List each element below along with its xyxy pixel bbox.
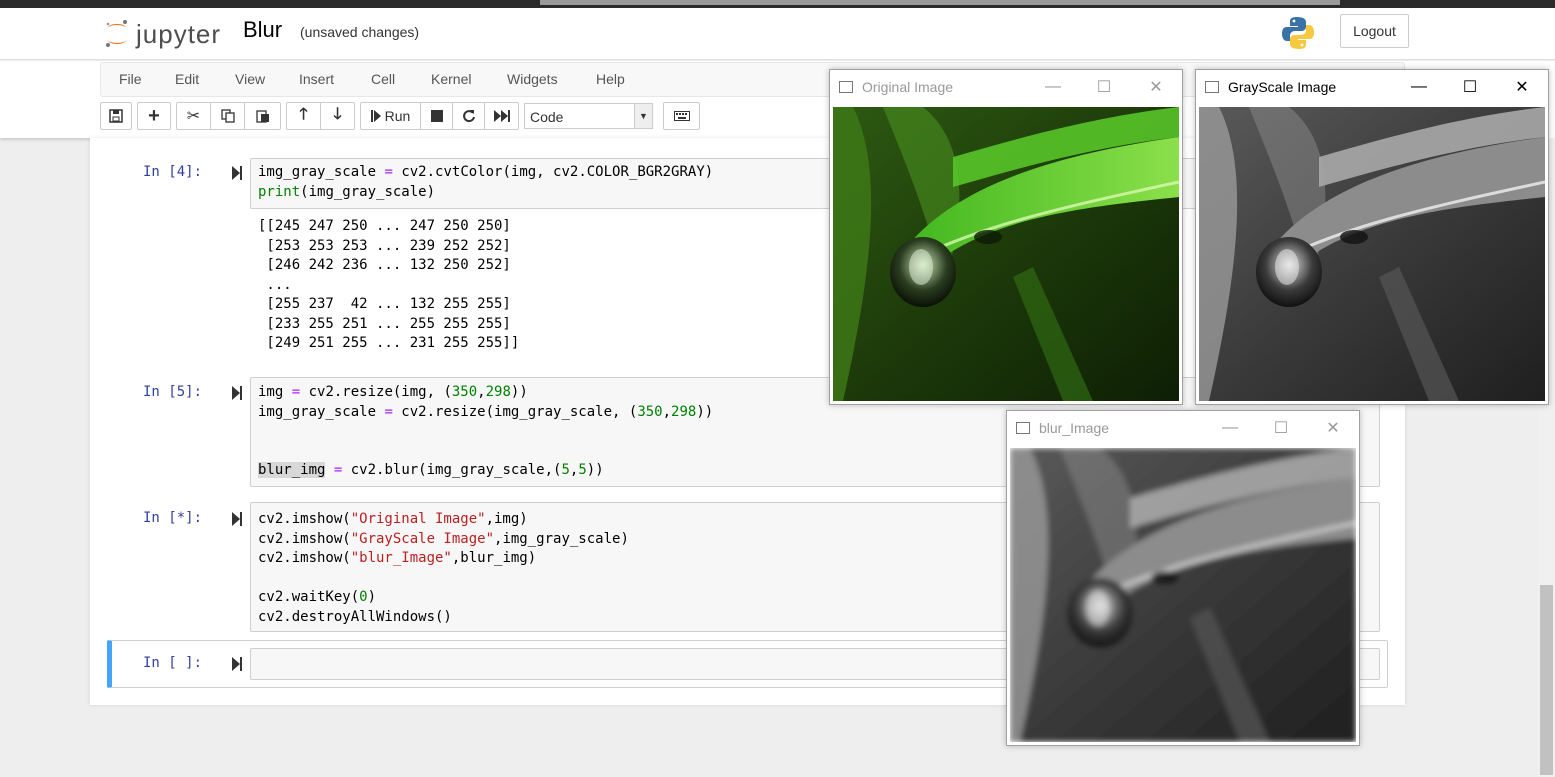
arrow-down-icon: 🡓 <box>333 105 342 123</box>
copy-button[interactable] <box>211 103 245 129</box>
window-titlebar[interactable]: blur_Image — ☐ ✕ <box>1007 411 1359 445</box>
maximize-icon: ☐ <box>1462 79 1478 96</box>
cell-output-4: [[245 247 250 ... 247 250 250] [253 253 … <box>258 217 519 354</box>
paste-button[interactable] <box>245 103 280 129</box>
cell-type-value: Code <box>530 109 564 125</box>
save-status: (unsaved changes) <box>300 24 420 40</box>
minimize-button[interactable]: — <box>1406 74 1432 100</box>
menu-view[interactable]: View <box>235 71 265 87</box>
restart-icon <box>462 110 475 123</box>
blur-image <box>1010 448 1356 742</box>
scissors-icon: ✂ <box>186 108 201 125</box>
cell-prompt: In [*]: <box>143 510 203 526</box>
notebook-name[interactable]: Blur <box>243 17 282 43</box>
window-title: GrayScale Image <box>1228 79 1337 95</box>
run-label: Run <box>384 108 411 124</box>
scrollbar-thumb[interactable] <box>1540 585 1553 775</box>
menu-edit[interactable]: Edit <box>175 71 199 87</box>
logo-text: jupyter <box>136 18 222 49</box>
toolbar-move-group: 🡑 🡓 <box>286 102 355 130</box>
stop-icon <box>430 110 443 122</box>
cell-prompt: In [4]: <box>143 164 203 180</box>
menu-cell[interactable]: Cell <box>371 71 395 87</box>
paste-icon <box>255 110 269 123</box>
output-line: [233 255 251 ... 255 255 255] <box>258 315 511 332</box>
move-down-button[interactable]: 🡓 <box>321 103 354 129</box>
toolbar-edit-group: ✂ <box>176 102 281 130</box>
menu-kernel[interactable]: Kernel <box>431 71 471 87</box>
move-up-button[interactable]: 🡑 <box>287 103 321 129</box>
python-logo-icon <box>1282 17 1314 49</box>
cell-prompt: In [5]: <box>143 384 203 400</box>
plus-icon: + <box>148 104 160 127</box>
toolbar-keyboard-group <box>663 102 700 130</box>
restart-button[interactable] <box>453 103 485 129</box>
output-line: ... <box>258 276 292 293</box>
browser-top-strip <box>0 0 1555 8</box>
close-button[interactable]: ✕ <box>1320 415 1346 441</box>
save-button[interactable] <box>101 103 131 129</box>
run-cell-icon[interactable] <box>232 512 242 526</box>
run-cell-icon[interactable] <box>232 166 242 180</box>
copy-icon <box>220 109 235 123</box>
restart-run-all-button[interactable] <box>485 103 518 129</box>
fast-forward-icon <box>493 110 510 122</box>
keyboard-icon <box>673 111 690 121</box>
window-app-icon <box>1205 81 1219 93</box>
jupyter-icon <box>106 20 127 47</box>
minimize-button[interactable]: — <box>1217 415 1243 441</box>
window-app-icon <box>839 81 853 93</box>
output-line: [249 251 255 ... 231 255 255]] <box>258 335 520 351</box>
menu-file[interactable]: File <box>119 71 142 87</box>
close-icon: ✕ <box>1515 79 1529 96</box>
run-cell-icon[interactable] <box>232 386 242 400</box>
command-palette-button[interactable] <box>664 103 699 129</box>
toolbar-insert-group: + <box>137 102 171 130</box>
chevron-down-icon: ▼ <box>634 104 652 128</box>
minimize-button[interactable]: — <box>1040 74 1066 100</box>
maximize-button[interactable]: ☐ <box>1268 415 1294 441</box>
output-line: [246 242 236 ... 132 250 252] <box>258 257 511 273</box>
window-title: blur_Image <box>1039 420 1110 436</box>
cell-prompt: In [ ]: <box>143 655 203 671</box>
window-titlebar[interactable]: GrayScale Image — ☐ ✕ <box>1196 70 1548 104</box>
arrow-up-icon: 🡑 <box>299 105 308 123</box>
maximize-icon: ☐ <box>1273 420 1289 437</box>
notebook-header: jupyter Blur (unsaved changes) Logout <box>0 8 1555 60</box>
run-icon <box>370 110 381 122</box>
original-image <box>833 107 1179 401</box>
maximize-button[interactable]: ☐ <box>1091 74 1117 100</box>
jupyter-logo[interactable]: jupyter <box>104 16 234 52</box>
blur-image-window[interactable]: blur_Image — ☐ ✕ <box>1006 410 1360 746</box>
save-icon <box>109 109 123 123</box>
menu-help[interactable]: Help <box>596 71 625 87</box>
interrupt-button[interactable] <box>421 103 453 129</box>
run-button[interactable]: Run <box>361 103 421 129</box>
window-titlebar[interactable]: Original Image — ☐ ✕ <box>830 70 1182 104</box>
logout-button[interactable]: Logout <box>1340 14 1409 48</box>
close-icon: ✕ <box>1149 79 1163 96</box>
insert-cell-button[interactable]: + <box>138 103 170 129</box>
window-app-icon <box>1016 422 1030 434</box>
output-line: [253 253 253 ... 239 252 252] <box>258 237 511 254</box>
toolbar-run-group: Run <box>360 102 519 130</box>
close-button[interactable]: ✕ <box>1143 74 1169 100</box>
grayscale-image <box>1199 107 1545 401</box>
window-title: Original Image <box>862 79 954 95</box>
output-line: [255 237 42 ... 132 255 255] <box>258 296 511 312</box>
cut-button[interactable]: ✂ <box>177 103 211 129</box>
cell-type-select[interactable]: Code ▼ <box>524 103 653 129</box>
run-cell-icon[interactable] <box>232 657 242 671</box>
toolbar-save-group <box>100 102 132 130</box>
grayscale-image-window[interactable]: GrayScale Image — ☐ ✕ <box>1195 69 1549 405</box>
maximize-button[interactable]: ☐ <box>1457 74 1483 100</box>
original-image-window[interactable]: Original Image — ☐ ✕ <box>829 69 1183 405</box>
close-button[interactable]: ✕ <box>1509 74 1535 100</box>
close-icon: ✕ <box>1326 420 1340 437</box>
output-line: [[245 247 250 ... 247 250 250] <box>258 218 511 234</box>
maximize-icon: ☐ <box>1096 79 1112 96</box>
browser-tab-strip <box>540 0 1340 5</box>
menu-widgets[interactable]: Widgets <box>507 71 558 87</box>
menu-insert[interactable]: Insert <box>299 71 334 87</box>
